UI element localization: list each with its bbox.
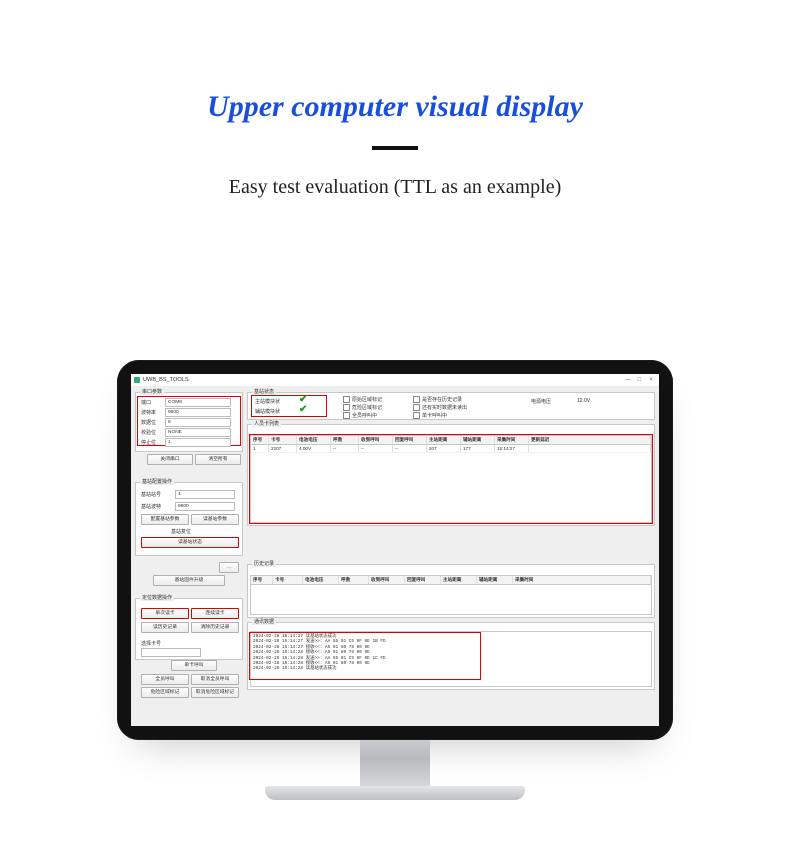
table-row[interactable]: 122074.00V------20717715:14:27 [251,445,651,453]
set-params-button[interactable]: 配置基站参数 [141,514,189,525]
history-group: 历史记录 序号卡号电池电压呼救收到呼叫回复呼叫主站距离辅站距离采集时间 [247,564,655,618]
heading-divider [372,146,418,150]
chk-single-calling[interactable]: 单卡呼叫中 [413,412,447,419]
app-window: UWB_BS_TOOLS — □ × 串口参数 端口 COM8 [131,374,659,726]
danger-mark-button[interactable]: 危险区域标记 [141,687,189,698]
page-heading: Upper computer visual display [0,90,790,124]
voltage-value: 12.0V [577,398,590,404]
history-table[interactable]: 序号卡号电池电压呼救收到呼叫回复呼叫主站距离辅站距离采集时间 [250,575,652,615]
window-title: UWB_BS_TOOLS [143,377,189,383]
card-id-input[interactable] [141,648,201,657]
read-cont-button[interactable]: 连续读卡 [191,608,239,619]
cancel-call-button[interactable]: 取消全员呼叫 [191,674,239,685]
parity-select[interactable]: NONE [165,428,231,437]
chk-has-history[interactable]: 是否存在历史记录 [413,396,462,403]
port-select[interactable]: COM8 [165,398,231,407]
read-history-button[interactable]: 读历史记录 [141,622,189,633]
single-call-button[interactable]: 单卡呼叫 [171,660,217,671]
check-icon: ✔ [299,404,307,415]
people-group-title: 人员卡列表 [252,420,281,427]
monitor: UWB_BS_TOOLS — □ × 串口参数 端口 COM8 [117,360,673,800]
clear-history-button[interactable]: 清除历史记录 [191,622,239,633]
station-baud-label: 基站波特 [141,503,161,510]
select-title: 选择卡号 [141,640,161,647]
parity-label: 校验位 [141,429,156,436]
window-minimize-button[interactable]: — [623,377,633,383]
stopbits-select[interactable]: 1 [165,438,231,447]
reset-title: 基站复位 [171,528,191,535]
chk-unread-data[interactable]: 还有实时数据未读出 [413,404,467,411]
databits-label: 数据位 [141,419,156,426]
baud-label: 波特率 [141,409,156,416]
status-group-title: 基站状态 [252,388,276,395]
monitor-foot [265,786,525,800]
chk-all-calling[interactable]: 全员呼叫中 [343,412,377,419]
firmware-upgrade-button[interactable]: 基站固件升级 [153,575,225,586]
people-group: 人员卡列表 序号卡号电池电压呼救收到呼叫回复呼叫主站距离辅站距离采集时间更新延迟… [247,424,655,526]
voltage-label: 电源电压 [531,398,551,405]
comm-highlight-box [249,632,481,680]
read-status-button[interactable]: 读基站状态 [141,537,239,548]
cancel-danger-button[interactable]: 取消危险区域标记 [191,687,239,698]
chk-danger-area[interactable]: 危险区域标记 [343,404,382,411]
databits-select[interactable]: 8 [165,418,231,427]
read-once-button[interactable]: 单次读卡 [141,608,189,619]
history-header-row: 序号卡号电池电压呼救收到呼叫回复呼叫主站距离辅站距离采集时间 [251,576,651,585]
app-icon [134,377,140,383]
firmware-browse-button[interactable]: ... [219,562,239,573]
window-close-button[interactable]: × [646,377,656,383]
people-header-row: 序号卡号电池电压呼救收到呼叫回复呼叫主站距离辅站距离采集时间更新延迟 [251,436,651,445]
port-label: 端口 [141,399,151,406]
config-group-title: 基站配置操作 [140,478,174,485]
aux-module-label: 辅站模块状 [255,408,280,415]
all-call-button[interactable]: 全员呼叫 [141,674,189,685]
window-maximize-button[interactable]: □ [634,377,644,383]
station-baud-input[interactable]: 9600 [175,502,235,511]
baud-select[interactable]: 9600 [165,408,231,417]
chk-orig-area[interactable]: 原始区域标记 [343,396,382,403]
comm-group-title: 通讯数据 [252,618,276,625]
page-subheading: Easy test evaluation (TTL as an example) [0,176,790,199]
main-module-label: 主站模块状 [255,398,280,405]
history-group-title: 历史记录 [252,560,276,567]
stopbits-label: 停止位 [141,439,156,446]
serial-group-title: 串口参数 [140,388,164,395]
station-id-label: 基站站号 [141,491,161,498]
tagops-group-title: 定位数据操作 [140,594,174,601]
close-port-button[interactable]: 关闭串口 [147,454,193,465]
clear-all-button[interactable]: 清空所有 [195,454,241,465]
people-table[interactable]: 序号卡号电池电压呼救收到呼叫回复呼叫主站距离辅站距离采集时间更新延迟 12207… [250,435,652,523]
station-id-input[interactable]: 1 [175,490,235,499]
monitor-neck [360,740,430,786]
read-params-button[interactable]: 读基站参数 [191,514,239,525]
